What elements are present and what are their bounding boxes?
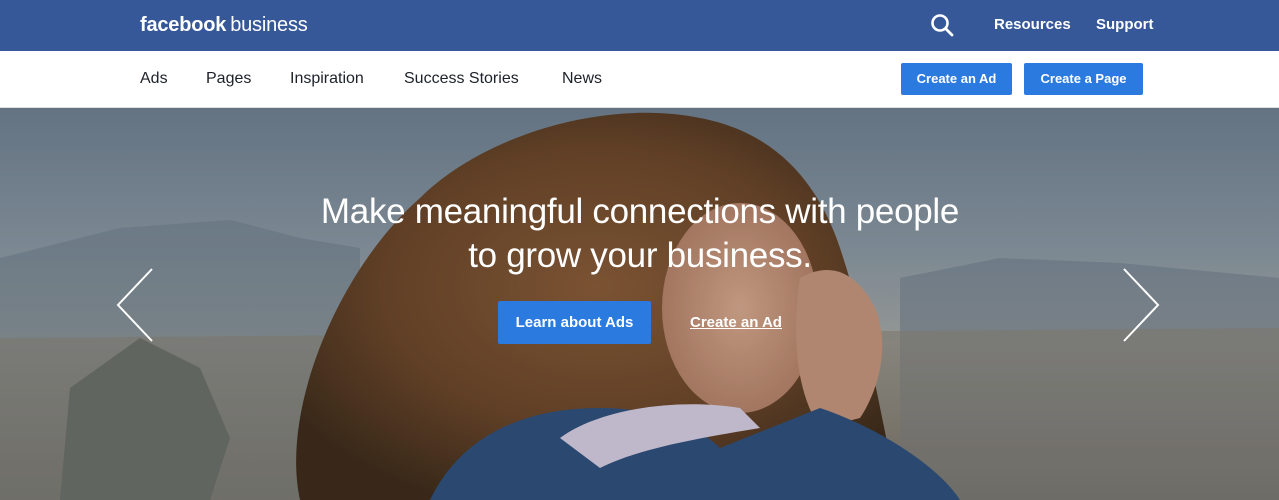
brand-business: business (230, 14, 308, 36)
support-link[interactable]: Support (1096, 16, 1154, 34)
nav-item-pages[interactable]: Pages (206, 69, 251, 89)
chevron-right-icon[interactable] (1120, 266, 1162, 344)
facebook-business-logo[interactable]: facebook business (140, 12, 308, 38)
nav-item-success-stories[interactable]: Success Stories (404, 69, 519, 89)
resources-link[interactable]: Resources (994, 16, 1071, 34)
hero-headline: Make meaningful connections with people … (240, 190, 1040, 278)
create-ad-button[interactable]: Create an Ad (901, 63, 1012, 95)
hero-headline-line1: Make meaningful connections with people (320, 192, 960, 231)
chevron-left-icon[interactable] (114, 266, 156, 344)
nav-item-news[interactable]: News (562, 69, 602, 89)
hero-carousel: Make meaningful connections with people … (0, 108, 1279, 500)
search-icon[interactable] (929, 12, 955, 38)
hero-headline-line2: to grow your business. (468, 236, 812, 275)
nav-item-inspiration[interactable]: Inspiration (290, 69, 364, 89)
create-page-button[interactable]: Create a Page (1024, 63, 1143, 95)
brand-facebook: facebook (140, 14, 227, 36)
main-nav: Ads Pages Inspiration Success Stories Ne… (0, 51, 1279, 108)
hero-create-ad-link[interactable]: Create an Ad (690, 314, 782, 332)
nav-item-ads[interactable]: Ads (140, 69, 168, 89)
top-header: facebook business Resources Support (0, 0, 1279, 51)
learn-about-ads-button[interactable]: Learn about Ads (498, 301, 651, 344)
